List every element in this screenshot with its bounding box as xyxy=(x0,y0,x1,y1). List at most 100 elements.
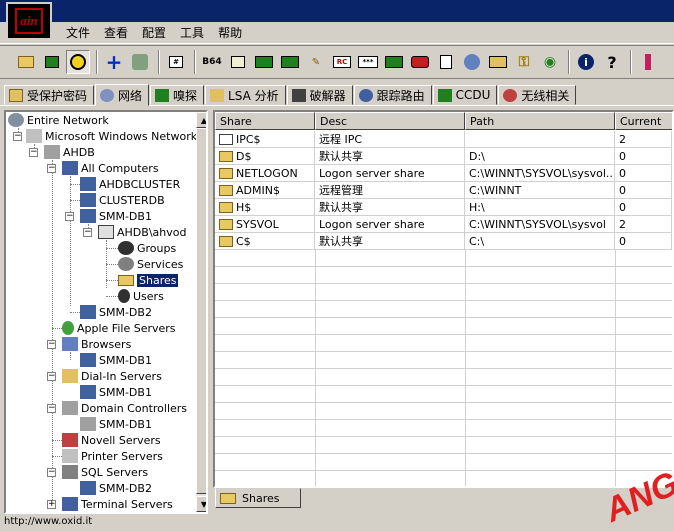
network-icon xyxy=(100,88,115,102)
menu-config[interactable]: 配置 xyxy=(142,22,166,43)
apple-icon xyxy=(62,321,74,335)
password-stars-icon[interactable]: *** xyxy=(356,50,380,74)
rdp-icon[interactable]: RC xyxy=(330,50,354,74)
tree-scrollbar[interactable]: ▲ ▼ xyxy=(196,112,206,512)
menu-help[interactable]: 帮助 xyxy=(218,22,242,43)
tree-groups[interactable]: Groups xyxy=(118,240,176,256)
pipe-icon xyxy=(219,133,233,145)
console-icon[interactable] xyxy=(382,50,406,74)
table-row[interactable]: C$ 默认共享 C:\ 0 xyxy=(215,233,672,250)
shares-list[interactable]: Share Desc Path Current IPC$ 远程 IPC 2 D$… xyxy=(213,110,674,488)
hash-icon[interactable]: # xyxy=(164,50,188,74)
collapse-toggle[interactable]: + xyxy=(47,500,56,509)
table-row[interactable]: H$ 默认共享 H:\ 0 xyxy=(215,199,672,216)
tree-sql[interactable]: SQL Servers xyxy=(62,464,148,480)
tab-protected-passwords[interactable]: 受保护密码 xyxy=(4,85,95,105)
globe-icon xyxy=(8,113,24,127)
tree-users[interactable]: Users xyxy=(118,288,164,304)
keychain-icon[interactable] xyxy=(486,50,510,74)
menu-view[interactable]: 查看 xyxy=(104,22,128,43)
tab-shares[interactable]: Shares xyxy=(215,488,301,508)
tree-services[interactable]: Services xyxy=(118,256,183,272)
folder-icon xyxy=(219,167,233,179)
exit-icon[interactable] xyxy=(636,50,660,74)
tab-sniffer[interactable]: 嗅探 xyxy=(150,85,205,105)
collapse-toggle[interactable]: − xyxy=(83,228,92,237)
collapse-toggle[interactable]: − xyxy=(47,372,56,381)
cisco-icon[interactable] xyxy=(460,50,484,74)
tab-lsa[interactable]: LSA 分析 xyxy=(205,85,286,105)
collapse-toggle[interactable]: − xyxy=(47,164,56,173)
add-icon[interactable]: + xyxy=(102,50,126,74)
wand-icon[interactable]: ✎ xyxy=(304,50,328,74)
tab-ccdu[interactable]: CCDU xyxy=(432,85,498,105)
network-card-icon[interactable] xyxy=(40,50,64,74)
network-tree[interactable]: Entire Network − Microsoft Windows Netwo… xyxy=(4,110,208,514)
table-row[interactable]: NETLOGON Logon server share C:\WINNT\SYS… xyxy=(215,165,672,182)
collapse-toggle[interactable]: − xyxy=(47,468,56,477)
computer-icon xyxy=(80,305,96,319)
tree-printers[interactable]: Printer Servers xyxy=(62,448,163,464)
tree-apple-servers[interactable]: Apple File Servers xyxy=(62,320,176,336)
collapse-toggle[interactable]: − xyxy=(29,148,38,157)
tree-computer[interactable]: CLUSTERDB xyxy=(80,192,165,208)
mac-icon[interactable] xyxy=(252,50,276,74)
tree-entire-network[interactable]: Entire Network xyxy=(8,112,109,128)
tree-domain[interactable]: AHDB xyxy=(44,144,95,160)
cain-logo: ain xyxy=(6,2,52,40)
base64-icon[interactable]: B64 xyxy=(200,50,224,74)
sniffer-hazard-icon[interactable] xyxy=(66,50,90,74)
info-icon[interactable]: i xyxy=(574,50,598,74)
menu-tools[interactable]: 工具 xyxy=(180,22,204,43)
tree-computer[interactable]: SMM-DB1 xyxy=(80,352,152,368)
tree-shares[interactable]: Shares xyxy=(118,272,179,288)
column-desc[interactable]: Desc xyxy=(315,112,465,130)
tree-computer[interactable]: SMM-DB1 xyxy=(80,208,152,224)
tree-all-computers[interactable]: All Computers xyxy=(62,160,159,176)
lsa-icon xyxy=(210,88,225,102)
tree-novell[interactable]: Novell Servers xyxy=(62,432,161,448)
menu-file[interactable]: 文件 xyxy=(66,22,90,43)
certificate-icon[interactable] xyxy=(434,50,458,74)
tab-network[interactable]: 网络 xyxy=(95,84,150,106)
scroll-thumb[interactable] xyxy=(196,128,206,494)
tree-domain-controllers[interactable]: Domain Controllers xyxy=(62,400,187,416)
table-row[interactable]: IPC$ 远程 IPC 2 xyxy=(215,131,672,148)
key-icon[interactable]: ⚿ xyxy=(512,50,536,74)
scroll-down-icon[interactable]: ▼ xyxy=(196,496,206,512)
lm-hash-icon[interactable] xyxy=(226,50,250,74)
tree-computer[interactable]: SMM-DB1 xyxy=(80,416,152,432)
help-icon[interactable]: ? xyxy=(600,50,624,74)
pwl-icon[interactable] xyxy=(278,50,302,74)
open-icon[interactable] xyxy=(14,50,38,74)
server-icon xyxy=(62,401,78,415)
recycle-icon[interactable] xyxy=(128,50,152,74)
tree-windows-network[interactable]: Microsoft Windows Network xyxy=(26,128,197,144)
tree-computer[interactable]: SMM-DB2 xyxy=(80,304,152,320)
sql-icon xyxy=(62,465,78,479)
collapse-toggle[interactable]: − xyxy=(47,340,56,349)
column-path[interactable]: Path xyxy=(465,112,615,130)
tree-computer[interactable]: SMM-DB1 xyxy=(80,384,152,400)
tree-user-node[interactable]: AHDB\ahvod xyxy=(98,224,186,240)
collapse-toggle[interactable]: − xyxy=(47,404,56,413)
tab-wireless[interactable]: 无线相关 xyxy=(498,85,577,105)
tree-browsers[interactable]: Browsers xyxy=(62,336,131,352)
tab-cracker[interactable]: 破解器 xyxy=(286,85,353,105)
column-share[interactable]: Share xyxy=(215,112,315,130)
collapse-toggle[interactable]: − xyxy=(13,132,22,141)
tree-computer[interactable]: SMM-DB2 xyxy=(80,480,152,496)
scroll-up-icon[interactable]: ▲ xyxy=(196,112,206,128)
table-row[interactable]: SYSVOL Logon server share C:\WINNT\SYSVO… xyxy=(215,216,672,233)
column-current[interactable]: Current xyxy=(615,112,672,130)
table-row[interactable]: ADMIN$ 远程管理 C:\WINNT 0 xyxy=(215,182,672,199)
tree-terminal[interactable]: Terminal Servers xyxy=(62,496,173,512)
collapse-toggle[interactable]: − xyxy=(65,212,74,221)
key-icon xyxy=(9,88,23,102)
tab-traceroute[interactable]: 跟踪路由 xyxy=(353,85,432,105)
mask-icon[interactable] xyxy=(408,50,432,74)
table-row[interactable]: D$ 默认共享 D:\ 0 xyxy=(215,148,672,165)
tree-dialin[interactable]: Dial-In Servers xyxy=(62,368,162,384)
wireless-icon[interactable]: ◉ xyxy=(538,50,562,74)
tree-computer[interactable]: AHDBCLUSTER xyxy=(80,176,180,192)
